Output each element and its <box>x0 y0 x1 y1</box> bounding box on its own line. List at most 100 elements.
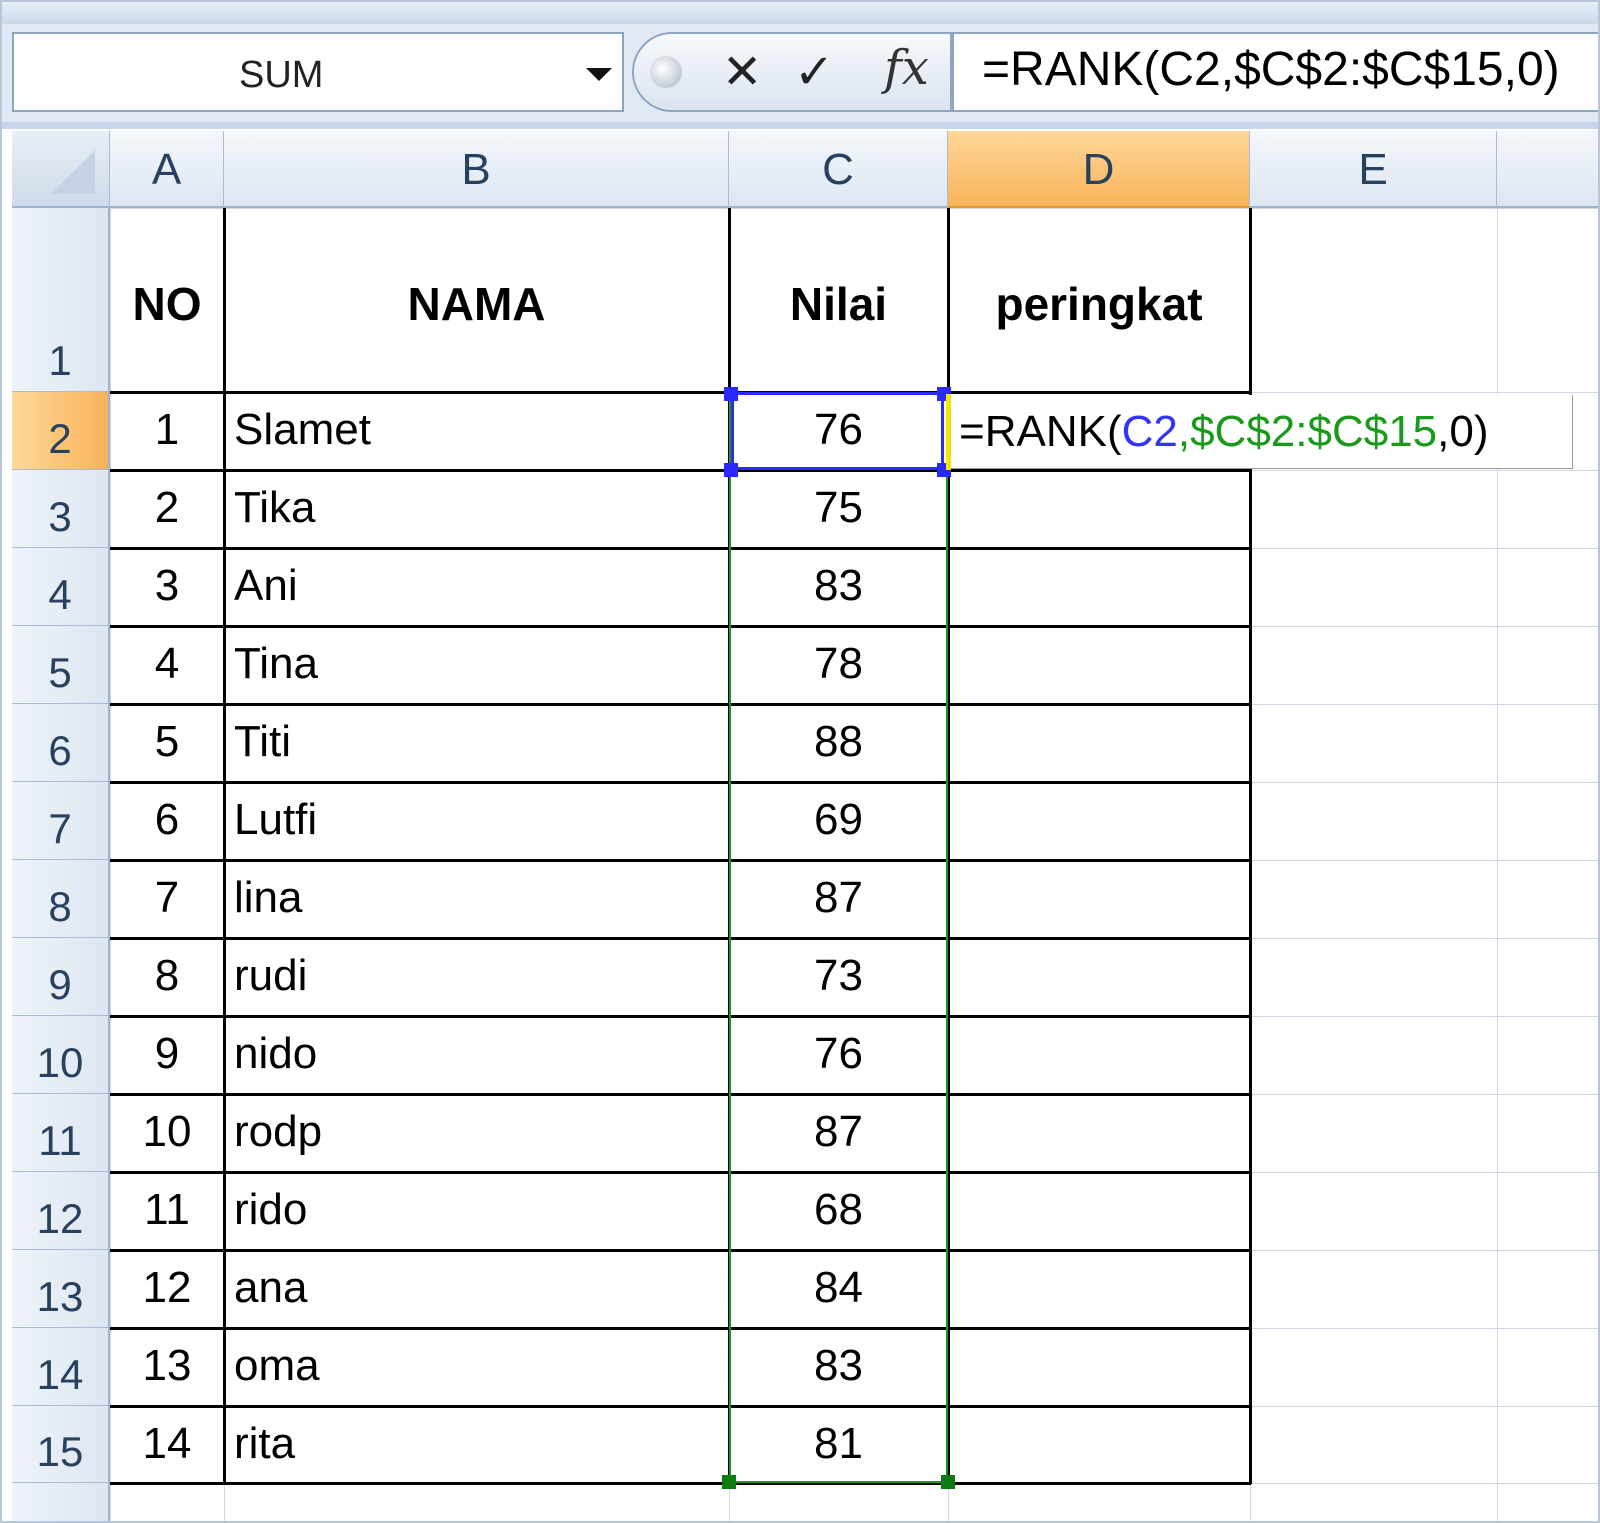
excel-window: SUM ✕ ✓ fx =RANK(C2,$C$2:$C$15,0) ABCDE 1… <box>0 0 1600 1523</box>
table-border <box>110 547 1251 550</box>
cell-no[interactable]: 11 <box>110 1185 224 1235</box>
table-border <box>110 1482 1251 1485</box>
cell-nama[interactable]: rita <box>234 1419 295 1469</box>
cell-no[interactable]: 8 <box>110 951 224 1001</box>
cell-no[interactable]: 13 <box>110 1341 224 1391</box>
resize-grip-icon[interactable] <box>650 56 682 88</box>
enter-check-icon[interactable]: ✓ <box>794 44 834 100</box>
formula-part-ref2: $C$2:$C$15 <box>1190 407 1438 456</box>
row-header-12[interactable]: 12 <box>12 1172 110 1250</box>
formula-bar: SUM ✕ ✓ fx =RANK(C2,$C$2:$C$15,0) <box>2 24 1598 129</box>
insert-function-icon[interactable]: fx <box>884 40 929 96</box>
table-border <box>110 1015 1251 1018</box>
header-nilai[interactable]: Nilai <box>729 277 948 331</box>
row-number: 4 <box>48 571 72 618</box>
cell-no[interactable]: 9 <box>110 1029 224 1079</box>
cell-nama[interactable]: rido <box>234 1185 307 1235</box>
row-header-1[interactable]: 1 <box>12 208 110 392</box>
formula-bar-divider <box>2 122 1598 129</box>
formula-input[interactable]: =RANK(C2,$C$2:$C$15,0) <box>952 32 1598 112</box>
table-border <box>110 469 1251 472</box>
ref-highlight-c2 <box>731 392 944 470</box>
column-header-c[interactable]: C <box>729 131 948 208</box>
column-header-b[interactable]: B <box>224 131 729 208</box>
cell-nama[interactable]: rodp <box>234 1107 322 1157</box>
select-all-button[interactable] <box>12 131 110 208</box>
cell-no[interactable]: 12 <box>110 1263 224 1313</box>
cell-nama[interactable]: Titi <box>234 717 291 767</box>
green-handle-icon[interactable] <box>941 1475 955 1489</box>
row-number: 15 <box>36 1428 84 1475</box>
table-border <box>110 1405 1251 1408</box>
table-border <box>110 1249 1251 1252</box>
cell-no[interactable]: 6 <box>110 795 224 845</box>
row-header-9[interactable]: 9 <box>12 938 110 1016</box>
cell-no[interactable]: 14 <box>110 1419 224 1469</box>
table-border <box>110 859 1251 862</box>
table-border <box>110 1093 1251 1096</box>
cancel-icon[interactable]: ✕ <box>722 44 762 100</box>
cell-nama[interactable]: ana <box>234 1263 307 1313</box>
green-handle-icon[interactable] <box>722 1475 736 1489</box>
cell-nama[interactable]: Ani <box>234 561 298 611</box>
table-border <box>110 703 1251 706</box>
row-number: 3 <box>48 493 72 540</box>
row-number: 8 <box>48 883 72 930</box>
blue-handle-icon[interactable] <box>724 463 738 477</box>
formula-part-prefix: =RANK( <box>959 407 1122 456</box>
row-header-11[interactable]: 11 <box>12 1094 110 1172</box>
cell-d2-editor[interactable]: =RANK(C2,$C$2:$C$15,0) <box>951 395 1573 469</box>
formula-part-sep: , <box>1177 407 1191 456</box>
cell-nama[interactable]: Slamet <box>234 405 371 455</box>
formula-text: =RANK(C2,$C$2:$C$15,0) <box>982 43 1560 96</box>
row-number: 9 <box>48 961 72 1008</box>
row-header-5[interactable]: 5 <box>12 626 110 704</box>
row-header-8[interactable]: 8 <box>12 860 110 938</box>
cell-nama[interactable]: Tina <box>234 639 318 689</box>
cell-nama[interactable]: oma <box>234 1341 320 1391</box>
chevron-down-icon[interactable] <box>586 68 612 81</box>
cell-no[interactable]: 1 <box>110 405 224 455</box>
select-all-icon <box>51 150 95 194</box>
column-header-e[interactable]: E <box>1250 131 1497 208</box>
header-peringkat[interactable]: peringkat <box>948 277 1250 331</box>
column-header-f[interactable] <box>1497 131 1598 208</box>
range-highlight-c2-c15 <box>729 392 948 1483</box>
table-border <box>110 937 1251 940</box>
name-box[interactable]: SUM <box>12 32 624 112</box>
table-border <box>110 391 1251 394</box>
cell-no[interactable]: 3 <box>110 561 224 611</box>
row-header-3[interactable]: 3 <box>12 470 110 548</box>
row-header-13[interactable]: 13 <box>12 1250 110 1328</box>
row-header-16[interactable] <box>12 1483 110 1521</box>
row-number: 6 <box>48 727 72 774</box>
row-header-14[interactable]: 14 <box>12 1328 110 1406</box>
row-header-15[interactable]: 15 <box>12 1406 110 1483</box>
row-header-6[interactable]: 6 <box>12 704 110 782</box>
cell-no[interactable]: 7 <box>110 873 224 923</box>
cell-nama[interactable]: rudi <box>234 951 307 1001</box>
row-header-2[interactable]: 2 <box>12 392 110 470</box>
header-no[interactable]: NO <box>110 277 224 331</box>
cell-no[interactable]: 2 <box>110 483 224 533</box>
row-header-4[interactable]: 4 <box>12 548 110 626</box>
cell-nama[interactable]: lina <box>234 873 303 923</box>
blue-handle-icon[interactable] <box>724 387 738 401</box>
formula-buttons: ✕ ✓ fx <box>632 32 952 112</box>
cell-nama[interactable]: nido <box>234 1029 317 1079</box>
table-border <box>110 625 1251 628</box>
row-header-7[interactable]: 7 <box>12 782 110 860</box>
row-number: 2 <box>48 415 72 462</box>
name-box-value: SUM <box>239 54 324 96</box>
header-nama[interactable]: NAMA <box>224 277 729 331</box>
cell-no[interactable]: 10 <box>110 1107 224 1157</box>
row-number: 14 <box>36 1351 84 1398</box>
cell-no[interactable]: 4 <box>110 639 224 689</box>
cell-nama[interactable]: Tika <box>234 483 316 533</box>
row-number: 11 <box>38 1117 82 1164</box>
column-header-a[interactable]: A <box>110 131 224 208</box>
row-header-10[interactable]: 10 <box>12 1016 110 1094</box>
cell-no[interactable]: 5 <box>110 717 224 767</box>
column-header-d[interactable]: D <box>948 131 1250 208</box>
cell-nama[interactable]: Lutfi <box>234 795 317 845</box>
